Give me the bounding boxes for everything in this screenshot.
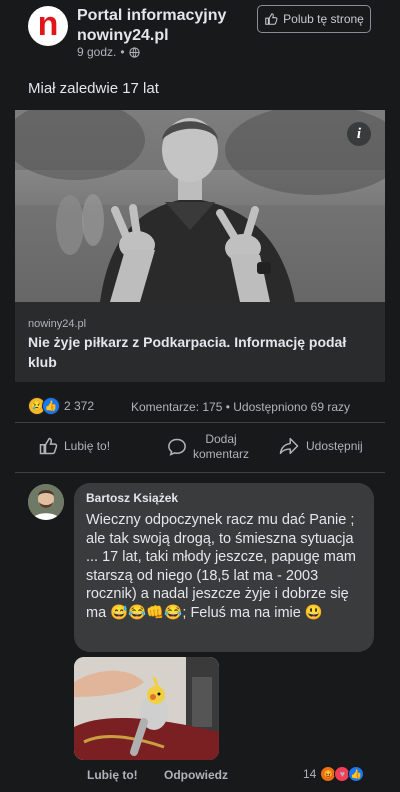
globe-icon [128, 46, 140, 58]
share-label: Udostępnij [306, 439, 363, 453]
like-reaction-icon: 👍 [42, 397, 60, 415]
reaction-count: 2 372 [64, 399, 95, 413]
photo-illustration [15, 110, 385, 302]
comment-like-button[interactable]: Lubię to! [87, 768, 138, 782]
comment-reactions[interactable]: 14 😡 ♥ 👍 [303, 766, 365, 782]
like-page-label: Polub tę stronę [283, 12, 364, 26]
photo-info-button[interactable]: i [347, 122, 371, 146]
like-label: Lubię to! [64, 439, 111, 453]
comment-icon [168, 438, 186, 456]
link-preview-card[interactable]: nowiny24.pl Nie żyje piłkarz z Podkarpac… [15, 302, 385, 382]
thumbs-up-icon [265, 13, 278, 25]
thumbs-up-icon [39, 437, 58, 455]
comment-button[interactable]: Dodaj komentarz [167, 432, 249, 462]
post-photo[interactable]: i [15, 110, 385, 302]
comment-author[interactable]: Bartosz Książek [86, 491, 178, 505]
comment-photo[interactable] [74, 657, 219, 760]
comment-text: Wieczny odpoczynek racz mu dać Panie ; a… [86, 512, 356, 621]
page-name[interactable]: Portal informacyjny nowiny24.pl [77, 6, 252, 46]
page-avatar[interactable]: n [28, 6, 68, 46]
reaction-summary[interactable]: 😢 👍 2 372 [28, 397, 94, 415]
post-text: Miał zaledwie 17 lat [28, 80, 159, 97]
avatar-illustration [28, 484, 64, 520]
link-title[interactable]: Nie żyje piłkarz z Podkarpacia. Informac… [28, 332, 368, 372]
divider [15, 422, 385, 423]
comment-label: Dodaj komentarz [193, 432, 250, 461]
commenter-avatar[interactable] [28, 484, 64, 520]
like-button[interactable]: Lubię to! [38, 436, 110, 456]
post-stats[interactable]: Komentarze: 175 • Udostępniono 69 razy [131, 400, 350, 414]
post-meta: 9 godz. • [77, 45, 140, 59]
like-page-button[interactable]: Polub tę stronę [257, 5, 371, 33]
share-button[interactable]: Udostępnij [278, 436, 363, 456]
comment-reply-button[interactable]: Odpowiedz [164, 768, 228, 782]
comment-bubble[interactable]: Bartosz Książek Wieczny odpoczynek racz … [74, 483, 374, 652]
page-logo: n [37, 5, 59, 43]
link-domain: nowiny24.pl [28, 318, 87, 330]
share-icon [279, 437, 299, 455]
comment-reaction-count: 14 [303, 767, 317, 781]
parrot-photo [74, 657, 219, 760]
divider [15, 472, 385, 473]
post-time[interactable]: 9 godz. [77, 45, 116, 59]
like-reaction-icon: 👍 [348, 766, 365, 782]
